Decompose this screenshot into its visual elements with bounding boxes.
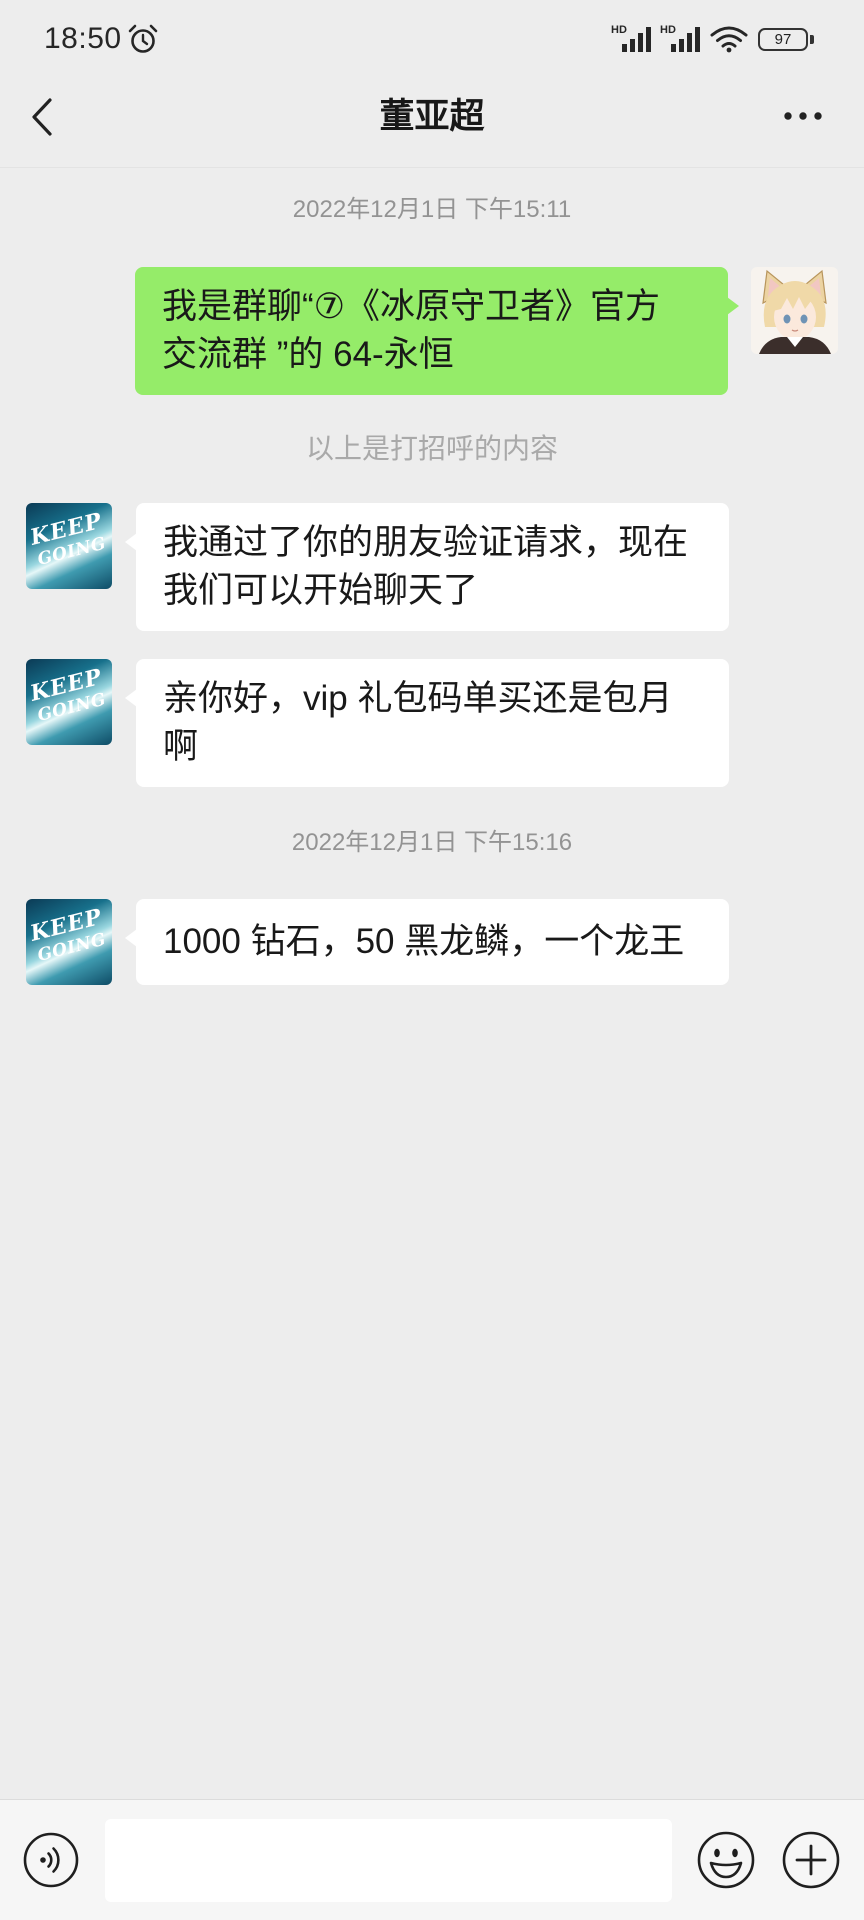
voice-icon[interactable] — [23, 1832, 79, 1888]
status-time: 18:50 — [44, 22, 122, 55]
incoming-message-bubble[interactable]: 我通过了你的朋友验证请求，现在 我们可以开始聊天了 — [125, 503, 729, 631]
status-bar: 18:50 HD HD 97 — [0, 0, 864, 76]
incoming-message-bubble[interactable]: 1000 钻石，50 黑龙鳞，一个龙王 — [125, 899, 729, 985]
message-text-line: 啊 — [163, 727, 199, 766]
avatar-logo: KEEP GOING — [27, 903, 109, 966]
message-timestamp: 2022年12月1日 下午15:16 — [291, 829, 573, 856]
contact-avatar[interactable]: KEEP GOING — [26, 503, 112, 589]
contact-avatar[interactable]: KEEP GOING — [26, 899, 112, 985]
plus-icon[interactable] — [782, 1831, 840, 1889]
incoming-message-bubble[interactable]: 亲你好，vip 礼包码单买还是包月 啊 — [125, 659, 729, 787]
message-timestamp: 2022年12月1日 下午15:11 — [292, 196, 572, 223]
message-text-line: 我是群聊“⑦《冰原守卫者》官方 — [162, 287, 661, 326]
message-input-bar — [0, 1799, 864, 1920]
message-text-line: 1000 钻石，50 黑龙鳞，一个龙王 — [163, 922, 685, 961]
my-avatar[interactable] — [751, 267, 838, 354]
greeting-note: 以上是打招呼的内容 — [305, 433, 558, 464]
signal-icon: HD — [611, 24, 653, 53]
outgoing-message-bubble[interactable]: 我是群聊“⑦《冰原守卫者》官方 交流群 ”的 64-永恒 — [135, 267, 739, 395]
signal-icon: HD — [660, 24, 702, 53]
wifi-icon — [710, 26, 748, 53]
message-text-line: 交流群 ”的 64-永恒 — [162, 335, 454, 374]
message-text-line: 我通过了你的朋友验证请求，现在 — [163, 523, 689, 562]
emoji-icon[interactable] — [697, 1831, 755, 1889]
more-dots-icon[interactable] — [782, 109, 824, 123]
message-input[interactable] — [105, 1819, 672, 1902]
avatar-logo: KEEP GOING — [27, 663, 109, 726]
message-text-line: 我们可以开始聊天了 — [163, 571, 479, 610]
battery-level: 97 — [774, 31, 792, 48]
chat-header: 董亚超 — [0, 76, 864, 168]
battery-icon: 97 — [758, 28, 816, 51]
message-text-line: 亲你好，vip 礼包码单买还是包月 — [163, 679, 673, 718]
chat-screen: 18:50 HD HD 97 董亚超 2022年12月1日 下午15:11 我是… — [0, 0, 864, 1920]
contact-name-title: 董亚超 — [379, 97, 485, 136]
alarm-icon — [128, 24, 158, 53]
contact-avatar[interactable]: KEEP GOING — [26, 659, 112, 745]
avatar-logo: KEEP GOING — [27, 507, 109, 570]
